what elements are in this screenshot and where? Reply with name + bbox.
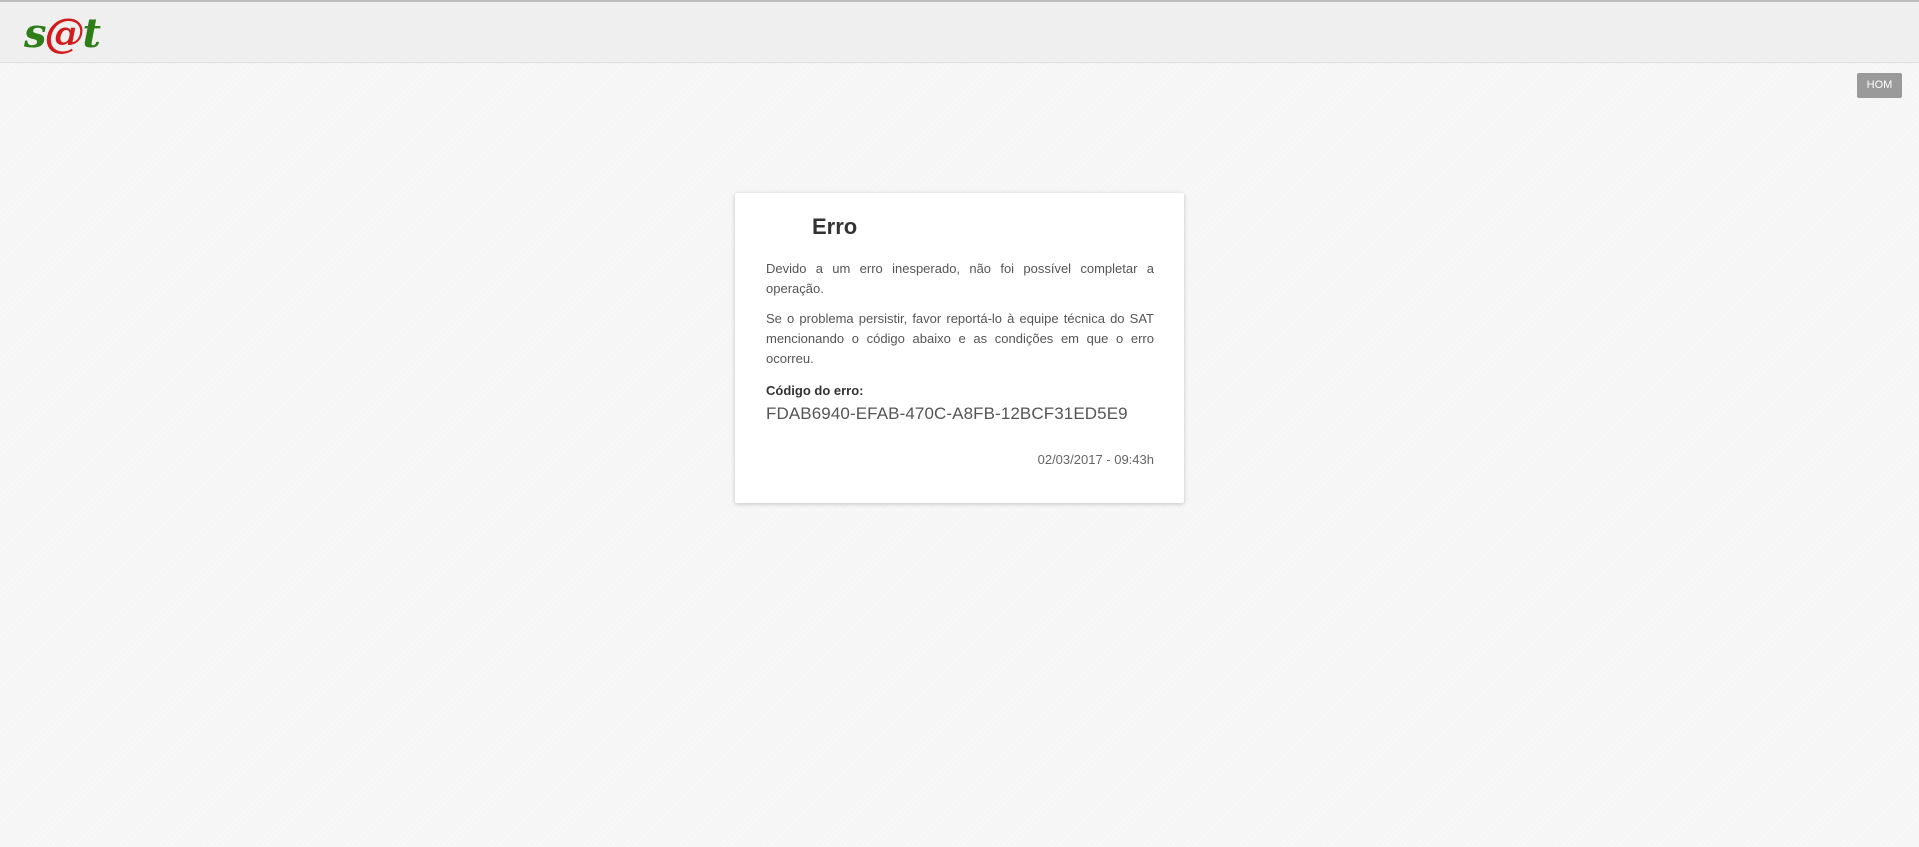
error-card: Erro Devido a um erro inesperado, não fo… xyxy=(735,193,1184,503)
error-code-label: Código do erro: xyxy=(766,383,864,398)
error-timestamp: 02/03/2017 - 09:43h xyxy=(1037,452,1154,467)
error-title: Erro xyxy=(812,214,858,239)
environment-badge: HOM xyxy=(1857,73,1902,98)
error-code-value: FDAB6940-EFAB-470C-A8FB-12BCF31ED5E9 xyxy=(766,404,1128,423)
sat-logo[interactable]: s@t xyxy=(24,12,101,56)
error-instructions: Se o problema persistir, favor reportá-l… xyxy=(766,311,1154,366)
header-bar: s@t xyxy=(0,2,1919,63)
error-message: Devido a um erro inesperado, não foi pos… xyxy=(766,261,1154,296)
